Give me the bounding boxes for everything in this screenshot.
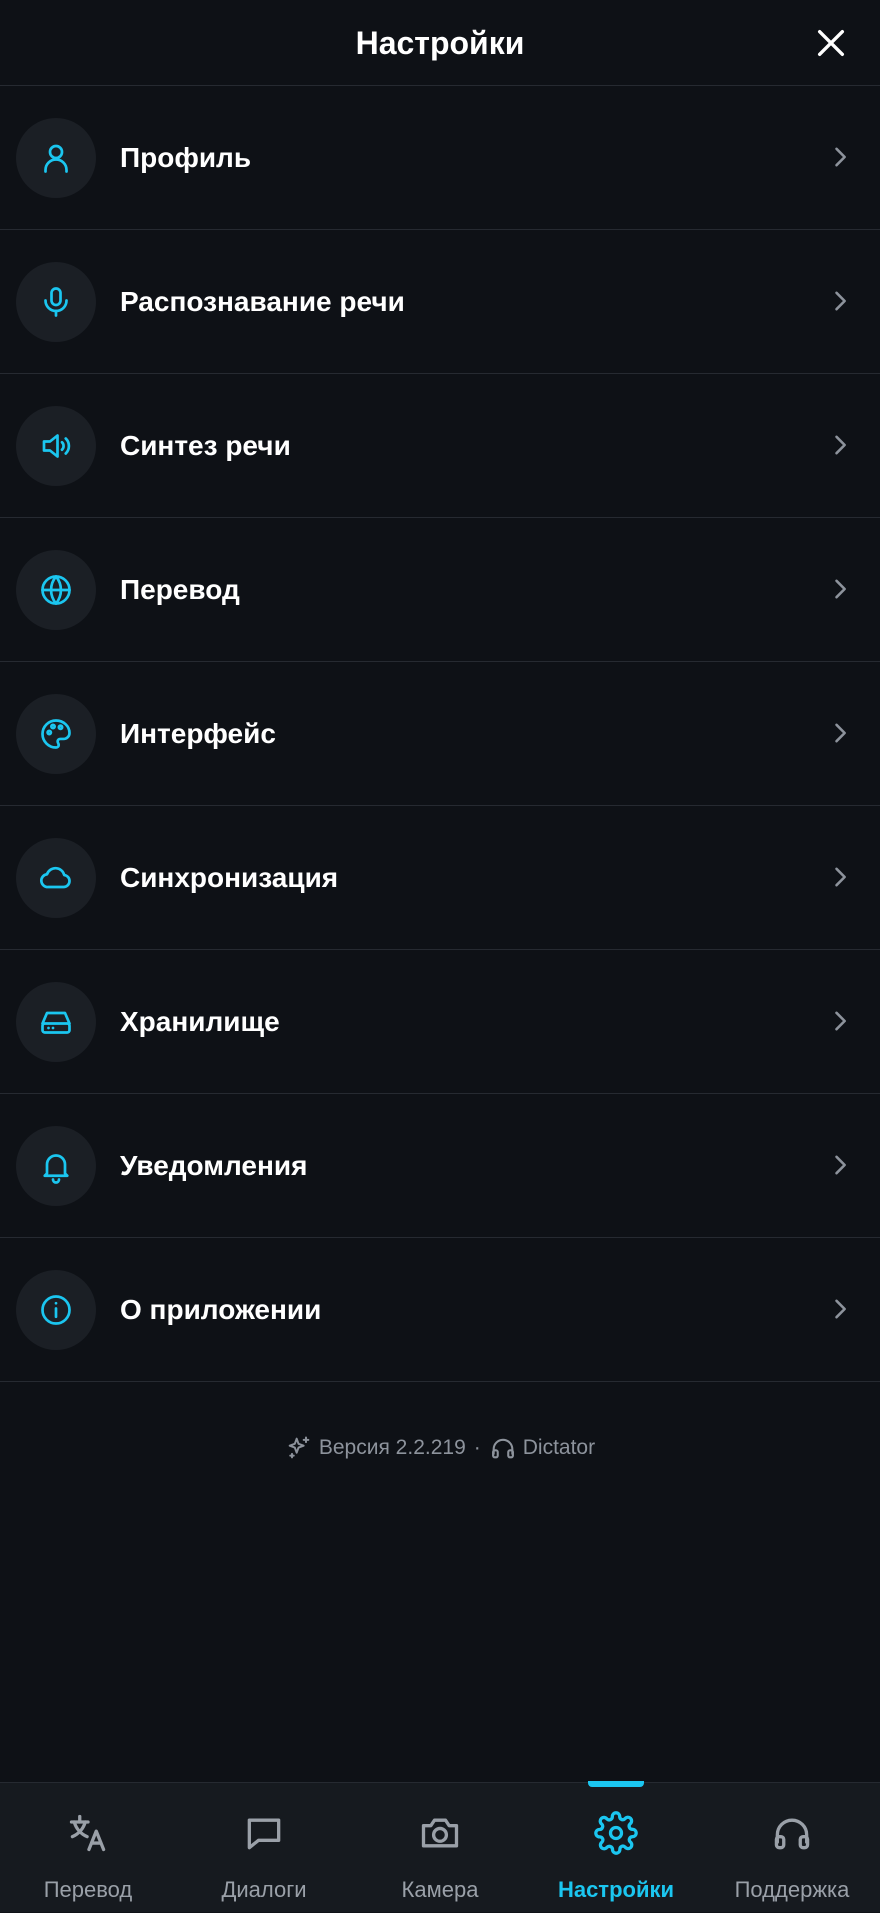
- nav-label: Поддержка: [734, 1877, 850, 1902]
- chevron-right-icon: [835, 723, 846, 743]
- menu-item-about[interactable]: О приложении: [0, 1238, 880, 1382]
- chevron-right-icon: [835, 435, 846, 455]
- nav-tab-support[interactable]: Поддержка: [704, 1783, 880, 1913]
- menu-icon-circle: [16, 1126, 96, 1206]
- microphone-icon: [44, 287, 68, 317]
- menu-icon-circle: [16, 838, 96, 918]
- menu-item-sync[interactable]: Синхронизация: [0, 806, 880, 950]
- version-text: Версия 2.2.219: [318, 1436, 466, 1459]
- app-name: Dictator: [522, 1436, 596, 1459]
- menu-icon-circle: [16, 694, 96, 774]
- globe-icon: [41, 575, 71, 605]
- menu-item-label: О приложении: [120, 1294, 322, 1325]
- menu-icon-circle: [16, 550, 96, 630]
- menu-item-label: Синтез речи: [120, 430, 291, 461]
- headphones-icon: [491, 1438, 514, 1459]
- menu-item-speech-synthesis[interactable]: Синтез речи: [0, 374, 880, 518]
- menu-item-label: Хранилище: [120, 1006, 280, 1037]
- info-icon: [41, 1295, 71, 1325]
- nav-tab-camera[interactable]: Камера: [352, 1783, 528, 1913]
- menu-item-storage[interactable]: Хранилище: [0, 950, 880, 1094]
- version-info: Версия 2.2.219 · Dictator: [0, 1428, 880, 1468]
- menu-icon-circle: [16, 262, 96, 342]
- chat-icon: [247, 1818, 281, 1850]
- cloud-icon: [40, 866, 71, 889]
- settings-menu: Профиль Распознавание речи Синтез речи П…: [0, 86, 880, 1382]
- hard-drive-icon: [41, 1011, 71, 1034]
- menu-item-label: Перевод: [120, 574, 240, 605]
- chevron-right-icon: [835, 147, 846, 167]
- settings-gear-icon: [594, 1811, 638, 1855]
- menu-icon-circle: [16, 1270, 96, 1350]
- menu-item-label: Интерфейс: [120, 718, 276, 749]
- bottom-navigation: Перевод Диалоги Камера Настройки Поддерж…: [0, 1781, 880, 1913]
- nav-label: Перевод: [43, 1877, 133, 1902]
- palette-icon: [41, 719, 71, 749]
- translate-icon: [69, 1814, 106, 1852]
- menu-icon-circle: [16, 406, 96, 486]
- menu-icon-circle: [16, 982, 96, 1062]
- chevron-right-icon: [835, 579, 846, 599]
- speaker-icon: [42, 434, 71, 458]
- page-title: Настройки: [355, 25, 525, 61]
- menu-item-label: Распознавание речи: [120, 286, 405, 317]
- close-icon[interactable]: [814, 26, 848, 60]
- chevron-right-icon: [835, 1299, 846, 1319]
- nav-label: Камера: [401, 1877, 479, 1902]
- menu-icon-circle: [16, 118, 96, 198]
- menu-item-notifications[interactable]: Уведомления: [0, 1094, 880, 1238]
- nav-tab-settings[interactable]: Настройки: [528, 1781, 704, 1913]
- version-separator: ·: [473, 1436, 481, 1459]
- nav-tab-dialogs[interactable]: Диалоги: [176, 1783, 352, 1913]
- chevron-right-icon: [835, 867, 846, 887]
- headphones-icon: [774, 1818, 810, 1850]
- header: Настройки: [0, 0, 880, 86]
- menu-item-speech-recognition[interactable]: Распознавание речи: [0, 230, 880, 374]
- menu-item-label: Профиль: [120, 142, 252, 173]
- menu-item-interface[interactable]: Интерфейс: [0, 662, 880, 806]
- chevron-right-icon: [835, 291, 846, 311]
- menu-item-profile[interactable]: Профиль: [0, 86, 880, 230]
- nav-label: Настройки: [557, 1877, 675, 1902]
- nav-tab-translate[interactable]: Перевод: [0, 1783, 176, 1913]
- menu-item-label: Уведомления: [120, 1150, 308, 1181]
- chevron-right-icon: [835, 1155, 846, 1175]
- user-icon: [44, 144, 68, 173]
- nav-label: Диалоги: [221, 1877, 307, 1902]
- camera-icon: [421, 1818, 459, 1848]
- chevron-right-icon: [835, 1011, 846, 1031]
- bell-icon: [43, 1154, 69, 1184]
- menu-item-label: Синхронизация: [120, 862, 339, 893]
- sparkles-icon: [288, 1436, 310, 1459]
- active-tab-indicator: [588, 1781, 644, 1787]
- menu-item-translation[interactable]: Перевод: [0, 518, 880, 662]
